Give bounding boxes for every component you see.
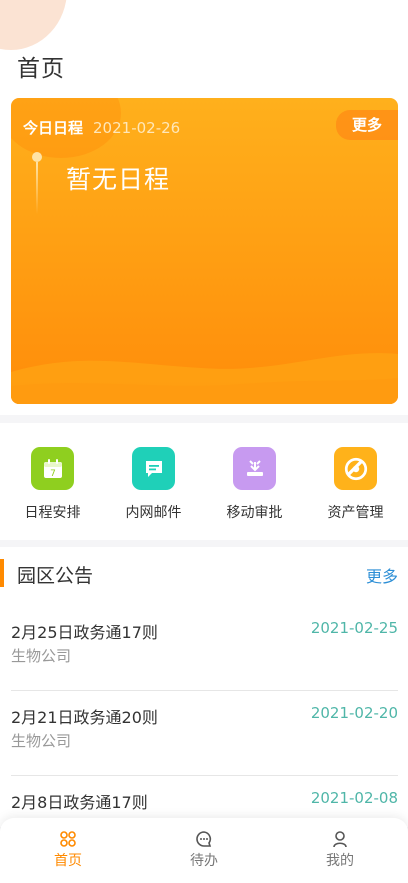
corner-decoration <box>0 0 67 50</box>
announcement-date: 2021-02-20 <box>310 704 398 722</box>
quick-action-label: 内网邮件 <box>125 505 182 521</box>
quick-action-label: 日程安排 <box>24 505 81 521</box>
announcement-source: 生物公司 <box>11 732 72 750</box>
quick-action-assets[interactable]: 资产管理 <box>306 423 406 540</box>
message-icon <box>132 447 175 490</box>
tab-label: 首页 <box>54 853 82 869</box>
tab-label: 我的 <box>326 853 354 869</box>
calendar-day-text: 7 <box>50 469 56 479</box>
quick-action-label: 资产管理 <box>327 505 384 521</box>
schedule-title: 今日日程 <box>23 119 84 137</box>
timeline-line <box>36 162 38 214</box>
asset-icon <box>334 447 377 490</box>
announcements-more-link[interactable]: 更多 <box>366 563 398 587</box>
tab-home[interactable]: 首页 <box>0 818 136 883</box>
schedule-card[interactable]: 今日日程 2021-02-26 更多 暂无日程 <box>11 98 398 404</box>
quick-actions: 7 日程安排 内网邮件 移动审批 资产管理 <box>0 423 408 540</box>
home-page: 首页 今日日程 2021-02-26 更多 暂无日程 7 日程安排 内网邮件 移… <box>0 0 408 883</box>
tab-todo[interactable]: 待办 <box>136 818 272 883</box>
announcement-source: 生物公司 <box>11 647 72 665</box>
quick-action-mail[interactable]: 内网邮件 <box>104 423 204 540</box>
quick-action-approval[interactable]: 移动审批 <box>205 423 305 540</box>
schedule-date: 2021-02-26 <box>93 119 181 137</box>
announcement-row[interactable]: 2月25日政务通17则 生物公司 2021-02-25 <box>11 607 398 691</box>
chat-icon <box>196 831 212 847</box>
approval-icon <box>233 447 276 490</box>
announcement-date: 2021-02-08 <box>310 789 398 807</box>
card-header: 今日日程 2021-02-26 <box>23 117 180 138</box>
announcement-title: 2月21日政务通20则 <box>11 708 158 727</box>
page-title: 首页 <box>17 56 65 82</box>
announcement-date: 2021-02-25 <box>310 619 398 637</box>
home-icon <box>60 831 76 847</box>
card-wave-decoration <box>11 353 398 404</box>
section-accent-bar <box>0 559 4 587</box>
announcement-row[interactable]: 2月21日政务通20则 生物公司 2021-02-20 <box>11 692 398 776</box>
announcement-title: 2月25日政务通17则 <box>11 623 158 642</box>
quick-action-schedule[interactable]: 7 日程安排 <box>3 423 103 540</box>
empty-schedule-text: 暂无日程 <box>66 165 171 194</box>
announcement-title: 2月8日政务通17则 <box>11 793 148 812</box>
user-icon <box>333 831 347 848</box>
quick-action-label: 移动审批 <box>226 505 283 521</box>
bottom-tab-bar: 首页 待办 我的 <box>0 818 408 883</box>
top-section: 首页 今日日程 2021-02-26 更多 暂无日程 <box>0 0 408 415</box>
tab-label: 待办 <box>190 853 218 869</box>
tab-profile[interactable]: 我的 <box>272 818 408 883</box>
announcements-section: 园区公告 更多 2月25日政务通17则 生物公司 2021-02-25 2月21… <box>0 547 408 827</box>
timeline-dot <box>32 152 42 162</box>
calendar-icon: 7 <box>31 447 74 490</box>
announcements-title: 园区公告 <box>17 565 94 587</box>
schedule-more-button[interactable]: 更多 <box>336 110 398 140</box>
